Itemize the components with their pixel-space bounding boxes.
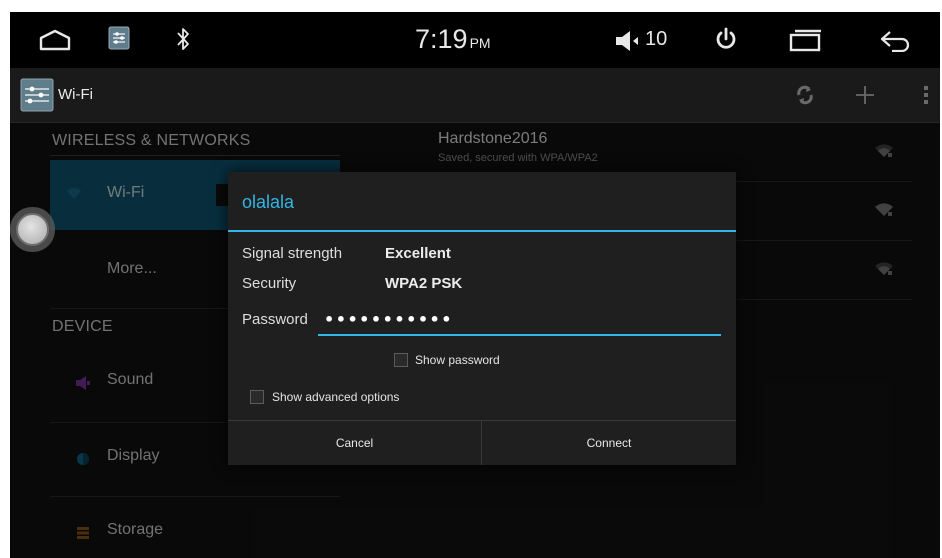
assistive-touch-icon <box>16 213 49 246</box>
dialog-title-divider <box>228 230 736 232</box>
clock-time: 7:19 <box>415 24 468 54</box>
volume-level: 10 <box>645 28 668 50</box>
connect-button[interactable]: Connect <box>482 421 736 465</box>
action-bar: Wi-Fi <box>10 68 940 123</box>
show-password-label[interactable]: Show password <box>415 353 500 367</box>
show-advanced-options-label[interactable]: Show advanced options <box>272 390 399 404</box>
password-label: Password <box>242 311 308 328</box>
signal-strength-value: Excellent <box>385 245 451 262</box>
volume-icon[interactable] <box>612 30 642 52</box>
overflow-menu-icon[interactable] <box>922 84 930 106</box>
show-advanced-options-checkbox[interactable] <box>250 390 264 404</box>
clock-ampm: PM <box>469 35 491 51</box>
dialog-button-bar: Cancel Connect <box>228 420 736 465</box>
back-icon[interactable] <box>878 28 912 52</box>
page-title: Wi-Fi <box>58 86 93 103</box>
home-icon[interactable] <box>38 28 72 52</box>
settings-app-icon[interactable] <box>108 26 130 50</box>
clock: 7:19 PM <box>415 24 491 55</box>
wps-icon[interactable] <box>794 84 816 106</box>
power-icon[interactable] <box>714 26 738 52</box>
bluetooth-icon <box>177 28 189 50</box>
security-value: WPA2 PSK <box>385 275 463 292</box>
add-network-icon[interactable] <box>853 83 877 107</box>
cancel-button[interactable]: Cancel <box>228 421 481 465</box>
security-label: Security <box>242 275 297 292</box>
assistive-touch-button[interactable] <box>10 207 55 252</box>
android-screen: 7:19 PM 10 Wi-Fi WIRELESS & NETWORKS Wi-… <box>10 12 940 558</box>
show-password-checkbox[interactable] <box>394 353 408 367</box>
password-input[interactable]: ••••••••••• <box>318 310 721 336</box>
wifi-settings-app-icon[interactable] <box>20 78 54 112</box>
status-bar: 7:19 PM 10 <box>10 12 940 68</box>
wifi-connect-dialog: olalala Signal strength Excellent Securi… <box>228 172 736 465</box>
dialog-title: olalala <box>242 192 295 212</box>
signal-strength-label: Signal strength <box>242 245 343 262</box>
recent-apps-icon[interactable] <box>788 28 824 52</box>
